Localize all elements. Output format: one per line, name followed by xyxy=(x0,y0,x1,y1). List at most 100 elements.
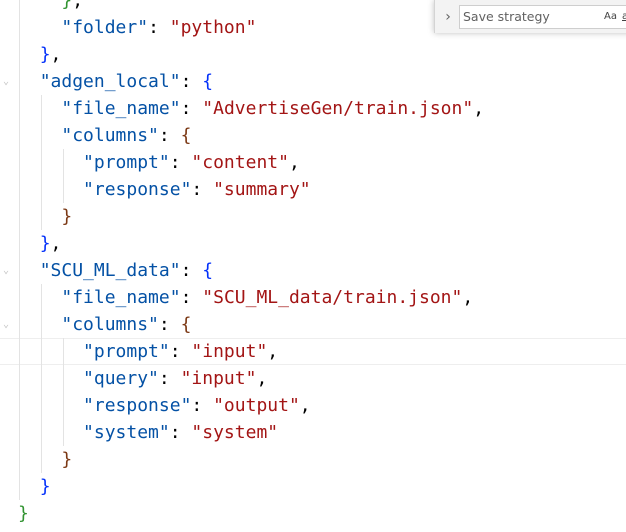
code-token: , xyxy=(256,368,268,389)
code-token: "content" xyxy=(191,152,289,173)
code-token: } xyxy=(61,449,73,470)
code-token: "SCU_ML_data/train.json" xyxy=(202,287,463,308)
code-line[interactable]: "system": "system" xyxy=(0,419,626,446)
indent-guide xyxy=(41,95,42,230)
code-line[interactable]: } xyxy=(0,203,626,230)
code-token: { xyxy=(202,71,214,92)
fold-chevron-icon[interactable]: ⌄ xyxy=(1,311,11,338)
code-token: , xyxy=(288,152,300,173)
code-token: "AdvertiseGen/train.json" xyxy=(202,98,474,119)
code-text: "query": "input", xyxy=(18,365,267,392)
code-text: "columns": { xyxy=(18,122,191,149)
code-token: : xyxy=(148,17,170,38)
code-text: "prompt": "input", xyxy=(18,339,278,364)
code-token: , xyxy=(50,44,62,65)
code-token: , xyxy=(473,98,485,119)
find-widget: › Save strategy Aa ab xyxy=(434,0,626,33)
code-text: "columns": { xyxy=(18,311,191,338)
code-token: "query" xyxy=(83,368,159,389)
code-editor[interactable]: }, "folder": "python" }, ⌄ "adgen_local":… xyxy=(0,0,626,532)
code-token: "response" xyxy=(83,179,192,200)
fold-chevron-icon[interactable]: ⌄ xyxy=(1,257,11,284)
code-line[interactable]: } xyxy=(0,446,626,473)
code-line[interactable]: "columns": { xyxy=(0,122,626,149)
code-token: "folder" xyxy=(61,17,149,38)
code-token: : xyxy=(180,287,203,308)
code-token: "summary" xyxy=(213,179,311,200)
find-input-value: Save strategy xyxy=(463,9,550,24)
code-line[interactable]: ⌄ "columns": { xyxy=(0,311,626,338)
find-input[interactable]: Save strategy Aa ab xyxy=(459,5,626,29)
code-text: "system": "system" xyxy=(18,419,278,446)
code-text: "folder": "python" xyxy=(18,14,256,41)
chevron-right-icon[interactable]: › xyxy=(441,7,455,27)
code-token: , xyxy=(462,287,474,308)
code-line[interactable]: "file_name": "AdvertiseGen/train.json", xyxy=(0,95,626,122)
code-token: , xyxy=(299,395,311,416)
code-token: "columns" xyxy=(61,314,159,335)
code-line[interactable]: } xyxy=(0,473,626,500)
code-line[interactable]: }, xyxy=(0,41,626,68)
code-line[interactable]: "prompt": "content", xyxy=(0,149,626,176)
code-token: "python" xyxy=(169,17,257,38)
fold-chevron-icon[interactable]: ⌄ xyxy=(1,68,11,95)
code-token: "input" xyxy=(191,341,268,362)
code-line[interactable]: }, xyxy=(0,230,626,257)
code-token: "system" xyxy=(83,422,170,443)
code-text: }, xyxy=(18,41,62,68)
code-token: : xyxy=(158,125,181,146)
code-token: } xyxy=(61,0,73,11)
whole-word-icon[interactable]: ab xyxy=(622,9,626,25)
code-line[interactable]: } xyxy=(0,500,626,527)
code-token: { xyxy=(180,125,192,146)
code-line[interactable]: "prompt": "input", xyxy=(0,338,626,365)
code-token: } xyxy=(61,206,73,227)
code-token: : xyxy=(180,260,203,281)
code-line[interactable]: "response": "summary" xyxy=(0,176,626,203)
code-token: "columns" xyxy=(61,125,159,146)
indent-guide xyxy=(63,338,64,446)
code-token: "input" xyxy=(180,368,257,389)
code-token: : xyxy=(180,98,203,119)
code-text: "response": "summary" xyxy=(18,176,311,203)
code-text: }, xyxy=(18,0,83,14)
code-token: : xyxy=(191,395,214,416)
code-line[interactable]: "response": "output", xyxy=(0,392,626,419)
code-token: , xyxy=(267,341,279,362)
match-case-icon[interactable]: Aa xyxy=(604,9,617,25)
code-line[interactable]: "query": "input", xyxy=(0,365,626,392)
code-line[interactable]: "file_name": "SCU_ML_data/train.json", xyxy=(0,284,626,311)
code-text: } xyxy=(18,446,72,473)
code-token: } xyxy=(39,44,51,65)
code-token: "prompt" xyxy=(83,152,170,173)
code-token: : xyxy=(191,179,214,200)
code-text: "response": "output", xyxy=(18,392,311,419)
code-text: "prompt": "content", xyxy=(18,149,300,176)
code-token: : xyxy=(158,314,181,335)
code-line[interactable]: ⌄ "SCU_ML_data": { xyxy=(0,257,626,284)
code-token: : xyxy=(169,152,192,173)
code-token: { xyxy=(202,260,214,281)
code-token: , xyxy=(72,0,84,11)
code-text: }, xyxy=(18,230,62,257)
code-text: "file_name": "SCU_ML_data/train.json", xyxy=(18,284,473,311)
code-token: "file_name" xyxy=(61,98,181,119)
code-line[interactable]: ⌄ "adgen_local": { xyxy=(0,68,626,95)
code-text: "adgen_local": { xyxy=(18,68,213,95)
